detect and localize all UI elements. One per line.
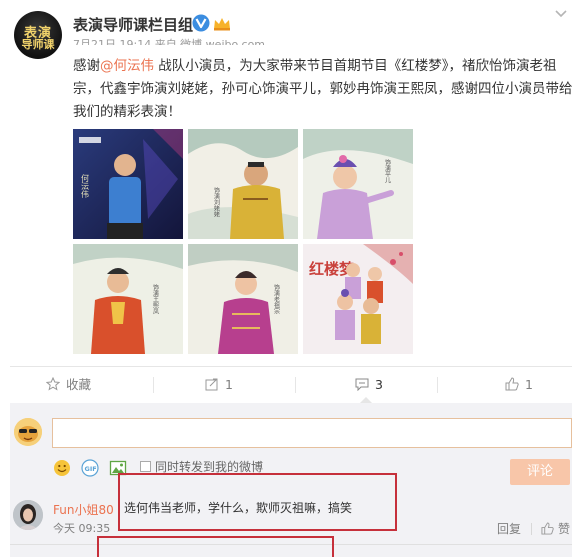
photo-laozuzong[interactable]: 饰演老祖宗: [188, 244, 298, 354]
comment-like-label: 赞: [558, 522, 571, 536]
action-divider: [295, 377, 296, 393]
like-button[interactable]: 1: [505, 367, 533, 403]
photo-host[interactable]: 何沄伟: [73, 129, 183, 239]
svg-text:饰演刘姥姥: 饰演刘姥姥: [213, 186, 220, 218]
thumbs-up-icon: [541, 522, 554, 535]
action-divider: [437, 377, 438, 393]
mention-link[interactable]: @何沄伟: [100, 58, 154, 74]
like-count: 1: [525, 377, 533, 392]
thumbs-up-icon: [505, 377, 519, 391]
svg-text:GIF: GIF: [85, 465, 97, 473]
submit-comment-button[interactable]: 评论: [510, 459, 570, 485]
avatar-logo-text-bottom: 导师课: [21, 38, 55, 51]
action-divider: [153, 377, 154, 393]
photo-pinger[interactable]: 饰演平儿: [303, 129, 413, 239]
emoji-icon[interactable]: [53, 459, 71, 477]
vip-crown-icon[interactable]: [213, 16, 231, 31]
svg-text:饰演王熙凤: 饰演王熙凤: [152, 283, 159, 315]
photo-liu-laolao[interactable]: 饰演刘姥姥: [188, 129, 298, 239]
gif-icon[interactable]: GIF: [81, 459, 99, 477]
svg-text:何沄伟: 何沄伟: [81, 173, 90, 199]
comment-time: 今天 09:35: [53, 522, 111, 535]
action-bar: 收藏 1 3 1: [10, 366, 572, 402]
highlight-box-next: [97, 536, 334, 557]
post-meta: 7月21日 19:14 来自 微博 weibo.com: [73, 38, 266, 45]
forward-count: 1: [225, 377, 233, 392]
account-avatar[interactable]: 表演 导师课: [14, 11, 62, 59]
my-avatar[interactable]: [14, 418, 42, 446]
comment-count: 3: [375, 377, 383, 392]
comment-like-button[interactable]: 赞: [541, 520, 570, 537]
post-text: 感谢@何沄伟 战队小演员，为大家带来节目首期节目《红楼梦》，禇欣怡饰演老祖宗，代…: [73, 55, 573, 124]
forward-button[interactable]: 1: [205, 367, 233, 403]
forward-icon: [205, 378, 218, 391]
comment-action-divider: [531, 523, 532, 535]
favorite-button[interactable]: 收藏: [46, 367, 91, 403]
highlight-box-comment: [118, 473, 397, 531]
image-grid: 何沄伟 饰演刘姥姥 饰演平儿 饰演王熙凤 饰演老祖宗 红楼梦: [73, 129, 413, 354]
account-name[interactable]: 表演导师课栏目组: [73, 14, 193, 35]
commenter-name[interactable]: Fun小姐80: [53, 501, 114, 518]
commenter-avatar[interactable]: [13, 500, 43, 530]
comment-input[interactable]: [52, 418, 572, 448]
svg-text:饰演老祖宗: 饰演老祖宗: [273, 283, 280, 314]
reply-button[interactable]: 回复: [497, 520, 521, 537]
verified-badge-icon: [192, 14, 210, 32]
comment-icon: [355, 378, 369, 391]
svg-text:饰演平儿: 饰演平儿: [384, 158, 391, 184]
forward-checkbox[interactable]: [140, 461, 151, 472]
photo-group[interactable]: 红楼梦: [303, 244, 413, 354]
photo-wang-xifeng[interactable]: 饰演王熙凤: [73, 244, 183, 354]
star-icon: [46, 377, 60, 391]
favorite-label: 收藏: [66, 377, 92, 392]
post-text-lead: 感谢: [73, 58, 100, 74]
more-options-icon[interactable]: [553, 8, 569, 20]
